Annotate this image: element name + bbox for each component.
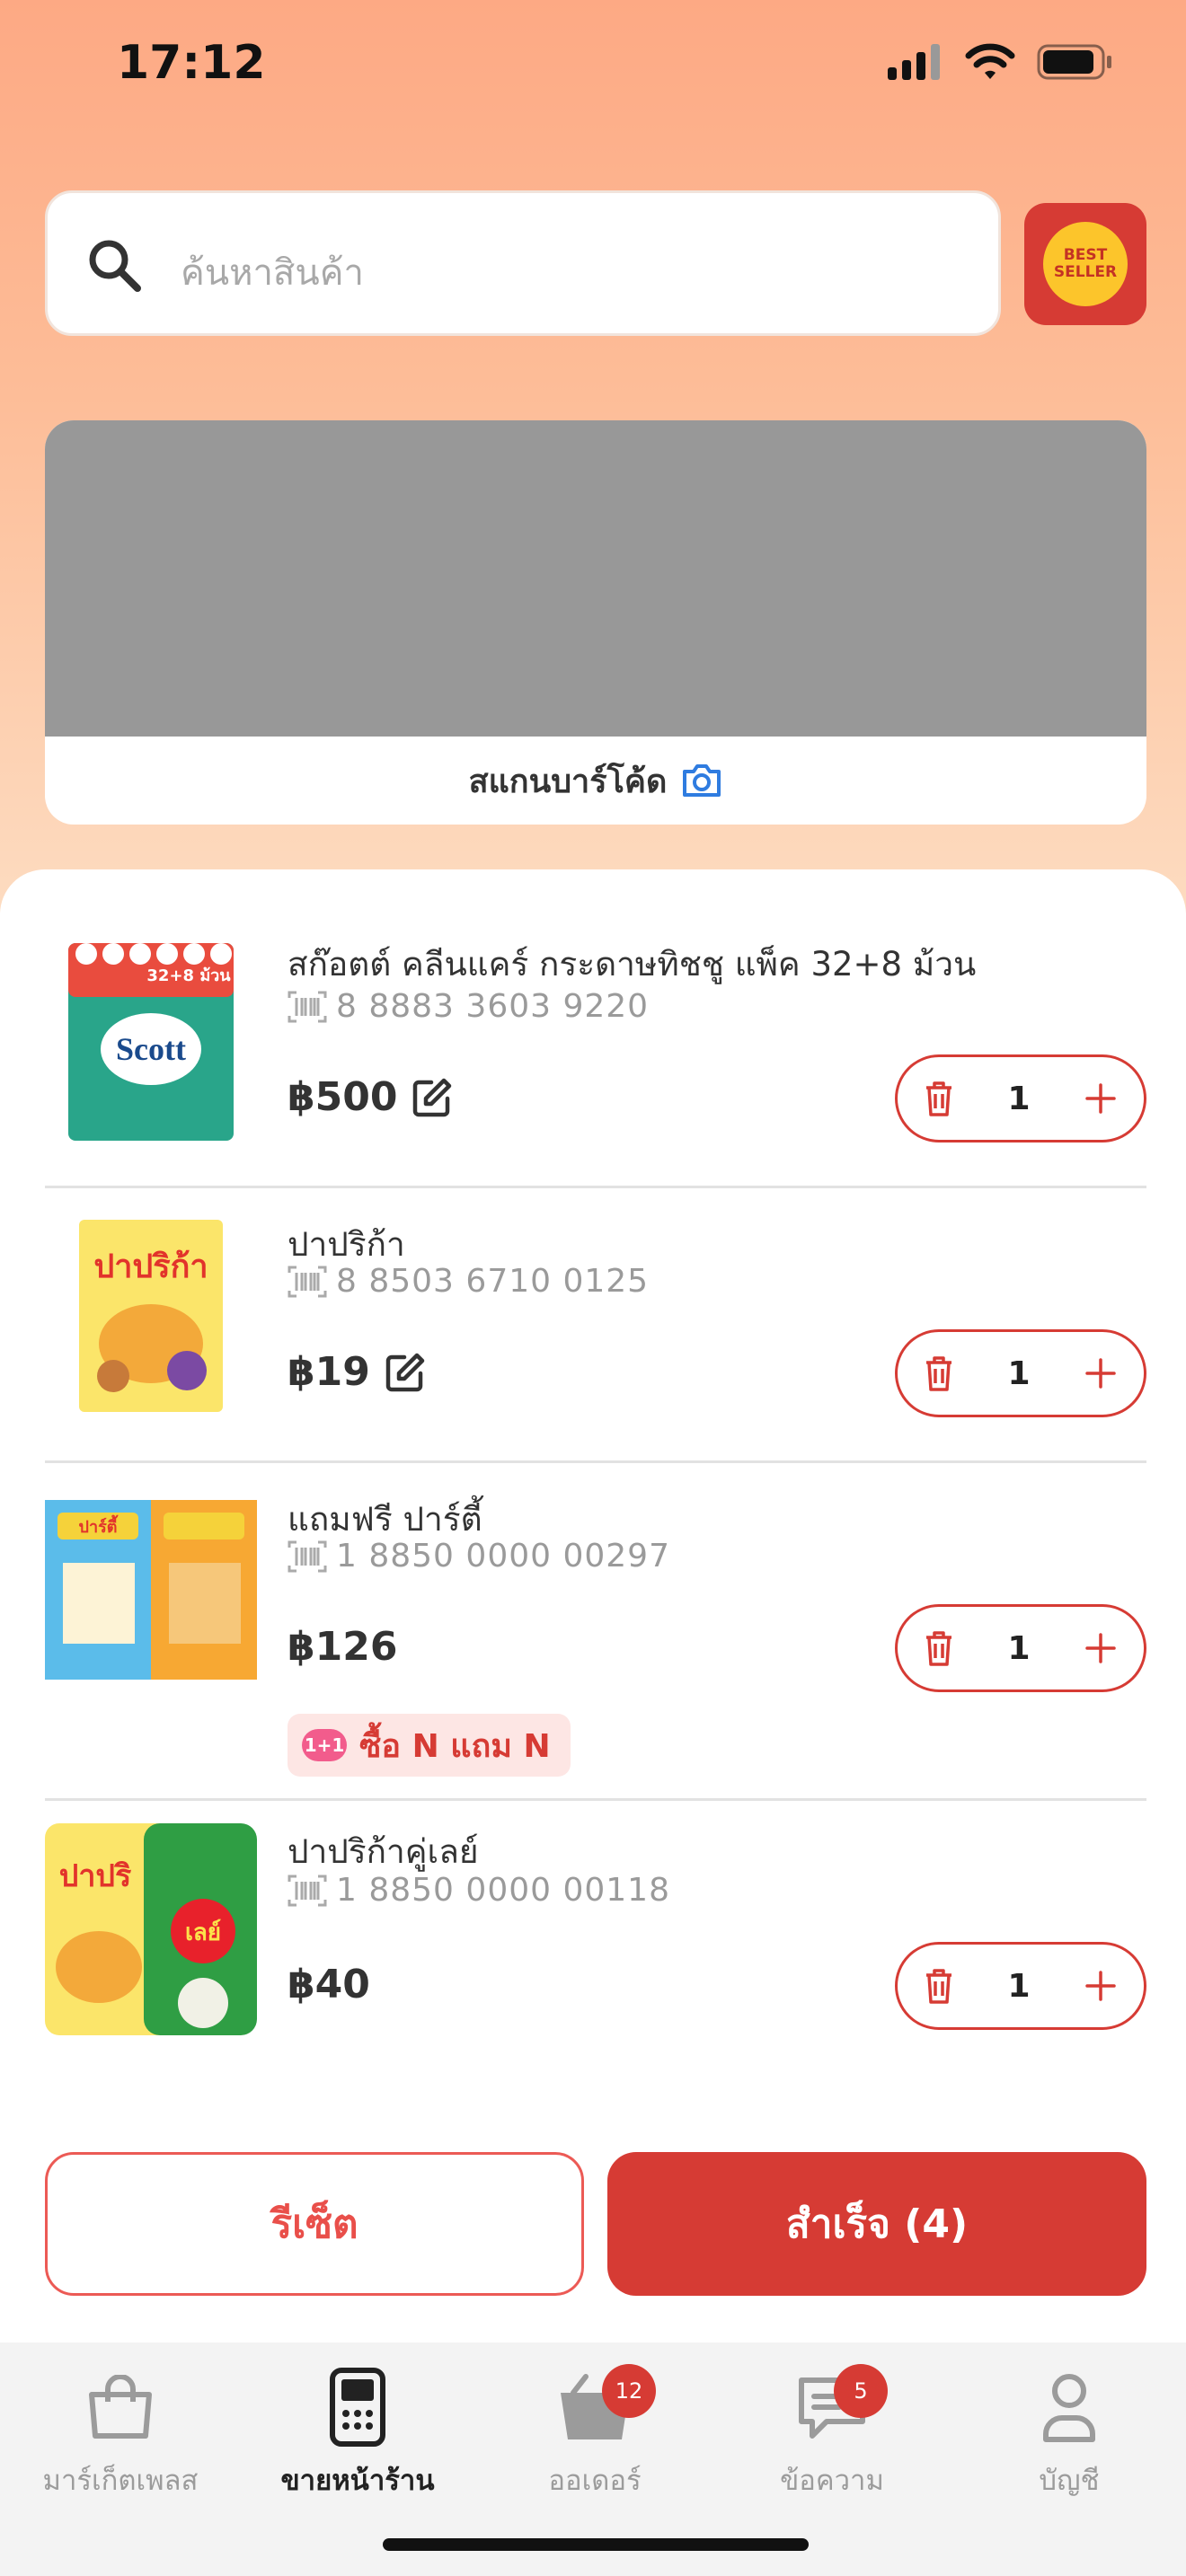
thumb-text: ปาร์ตี้ — [79, 1514, 119, 1537]
tab-label: ข้อความ — [780, 2465, 884, 2497]
product-image: ปาร์ตี้ — [45, 1500, 257, 1680]
quantity-stepper[interactable]: 1 — [895, 1942, 1146, 2030]
product-barcode: 1 8850 0000 00118 — [288, 1872, 670, 1909]
tab-account[interactable]: บัญชี — [951, 2362, 1186, 2502]
price-text: ฿40 — [288, 1962, 370, 2007]
edit-price-icon[interactable] — [412, 1077, 453, 1118]
tab-orders[interactable]: 12 ออเดอร์ — [476, 2362, 713, 2502]
cart-item: Scott 32+8 ม้วน สก๊อตต์ คลีนแคร์ กระดาษท… — [45, 934, 1146, 1150]
person-icon — [1043, 2374, 1095, 2442]
product-price: ฿40 — [288, 1962, 370, 2007]
barcode-icon — [288, 1540, 327, 1572]
product-price: ฿19 — [288, 1349, 426, 1395]
product-price: ฿126 — [288, 1624, 397, 1670]
item-divider — [45, 1460, 1146, 1463]
product-barcode: 1 8850 0000 00297 — [288, 1538, 670, 1575]
best-seller-line1: BEST — [1063, 246, 1108, 264]
price-text: ฿500 — [288, 1074, 398, 1120]
best-seller-button[interactable]: BEST SELLER — [1024, 203, 1146, 325]
messages-badge: 5 — [834, 2364, 888, 2418]
complete-button[interactable]: สำเร็จ (4) — [607, 2152, 1146, 2296]
barcode-text: 1 8850 0000 00297 — [336, 1538, 670, 1575]
status-bar: 17:12 — [0, 0, 1186, 135]
price-text: ฿19 — [288, 1349, 370, 1395]
signal-icon — [888, 44, 940, 80]
reset-button[interactable]: รีเซ็ต — [45, 2152, 584, 2296]
plus-icon[interactable] — [1084, 1632, 1117, 1664]
product-image: ปาปริ เลย์ — [45, 1823, 257, 2035]
plus-icon[interactable] — [1084, 1082, 1117, 1115]
plus-icon[interactable] — [1084, 1970, 1117, 2002]
promo-text: ซื้อ N แถม N — [359, 1727, 551, 1765]
camera-icon — [683, 764, 721, 797]
cart-item: ปาร์ตี้ แถมฟรี ปาร์ตี้ 1 8850 0000 00297… — [45, 1484, 1146, 1780]
scan-barcode-label-row[interactable]: สแกนบาร์โค้ด — [45, 737, 1146, 825]
quantity-stepper[interactable]: 1 — [895, 1604, 1146, 1692]
orders-badge: 12 — [602, 2364, 656, 2418]
product-barcode: 8 8503 6710 0125 — [288, 1263, 649, 1300]
thumb-text: ปาปริก้า — [93, 1248, 208, 1285]
search-icon — [89, 240, 141, 292]
barcode-scanner[interactable]: สแกนบาร์โค้ด — [45, 420, 1146, 825]
tab-label: มาร์เก็ตเพลส — [42, 2465, 199, 2497]
plus-icon[interactable] — [1084, 1357, 1117, 1389]
quantity-stepper[interactable]: 1 — [895, 1054, 1146, 1142]
tab-label: ออเดอร์ — [548, 2465, 642, 2497]
delete-icon[interactable] — [925, 1355, 953, 1391]
battery-icon — [1037, 44, 1111, 80]
tab-messages[interactable]: 5 ข้อความ — [713, 2362, 951, 2502]
pos-terminal-icon — [330, 2368, 385, 2447]
thumb-text: Scott — [116, 1031, 186, 1067]
search-input[interactable]: ค้นหาสินค้า — [45, 190, 1001, 336]
barcode-text: 8 8883 3603 9220 — [336, 988, 650, 1025]
search-placeholder: ค้นหาสินค้า — [181, 252, 364, 294]
promo-badge: 1+1 ซื้อ N แถม N — [288, 1714, 571, 1777]
edit-price-icon[interactable] — [385, 1352, 426, 1393]
quantity-stepper[interactable]: 1 — [895, 1329, 1146, 1417]
product-image: ปาปริก้า — [45, 1209, 257, 1421]
cart-item: ปาปริก้า ปาปริก้า 8 8503 6710 0125 ฿19 1 — [45, 1209, 1146, 1425]
scan-barcode-label: สแกนบาร์โค้ด — [468, 763, 668, 800]
delete-icon[interactable] — [925, 1968, 953, 2004]
product-price: ฿500 — [288, 1074, 453, 1120]
delete-icon[interactable] — [925, 1630, 953, 1666]
camera-view[interactable] — [45, 420, 1146, 737]
product-name: ปาปริก้าคู่เลย์ — [288, 1832, 479, 1871]
shopping-bag-icon — [89, 2375, 152, 2439]
quantity-value[interactable]: 1 — [1007, 1355, 1030, 1392]
thumb-subtext: 32+8 ม้วน — [146, 966, 231, 985]
tab-pos[interactable]: ขายหน้าร้าน — [239, 2362, 476, 2502]
status-icons — [888, 43, 1114, 81]
item-divider — [45, 1798, 1146, 1801]
barcode-text: 8 8503 6710 0125 — [336, 1263, 650, 1300]
tab-label: บัญชี — [1039, 2465, 1100, 2497]
tab-marketplace[interactable]: มาร์เก็ตเพลส — [2, 2362, 239, 2502]
buy-one-get-one-icon: 1+1 — [302, 1729, 347, 1761]
cart-item: ปาปริ เลย์ ปาปริก้าคู่เลย์ 1 8850 0000 0… — [45, 1822, 1146, 2037]
quantity-value[interactable]: 1 — [1007, 1081, 1030, 1117]
item-divider — [45, 1186, 1146, 1188]
barcode-icon — [288, 1266, 327, 1297]
thumb-text: ปาปริ — [59, 1858, 132, 1894]
price-text: ฿126 — [288, 1624, 398, 1670]
quantity-value[interactable]: 1 — [1007, 1968, 1030, 2005]
status-time: 17:12 — [117, 36, 266, 90]
tab-label: ขายหน้าร้าน — [280, 2465, 435, 2497]
wifi-icon — [965, 43, 1015, 79]
best-seller-icon: BEST SELLER — [1048, 226, 1123, 302]
thumb-text-2: เลย์ — [185, 1919, 221, 1946]
barcode-text: 1 8850 0000 00118 — [336, 1872, 670, 1909]
home-indicator[interactable] — [383, 2538, 809, 2551]
product-barcode: 8 8883 3603 9220 — [288, 988, 649, 1025]
best-seller-line2: SELLER — [1053, 263, 1118, 281]
quantity-value[interactable]: 1 — [1007, 1630, 1030, 1667]
product-image: Scott 32+8 ม้วน — [45, 934, 257, 1146]
barcode-icon — [288, 1875, 327, 1906]
product-name: สก๊อตต์ คลีนแคร์ กระดาษทิชชู แพ็ค 32+8 ม… — [288, 945, 977, 984]
delete-icon[interactable] — [925, 1081, 953, 1116]
barcode-icon — [288, 991, 327, 1022]
